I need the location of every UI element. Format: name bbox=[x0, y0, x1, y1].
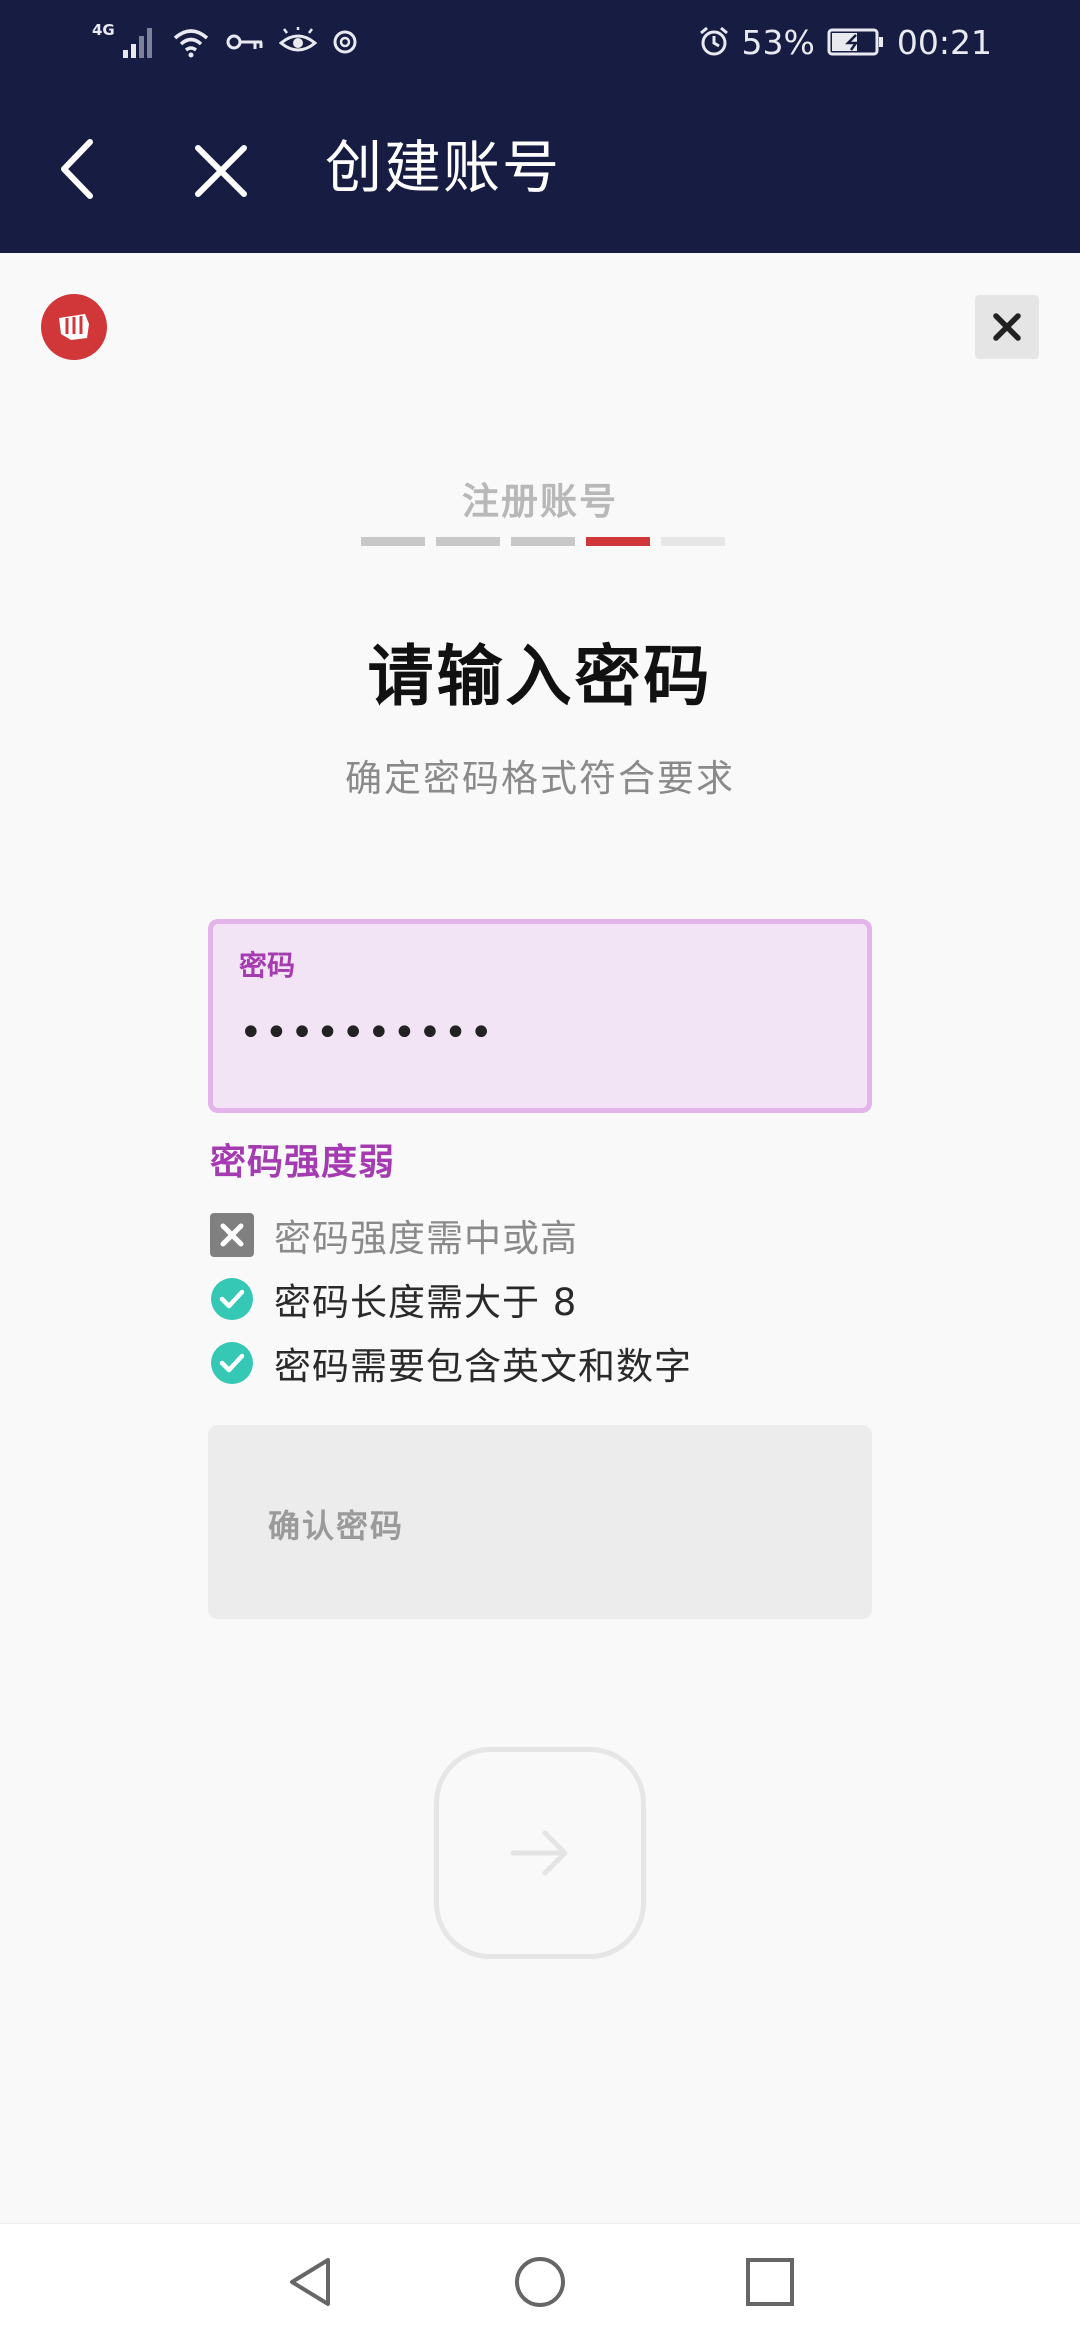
nav-home-icon[interactable] bbox=[510, 2252, 570, 2312]
requirement-text: 密码需要包含英文和数字 bbox=[274, 1345, 692, 1388]
password-strength-text: 密码强度弱 bbox=[210, 1142, 396, 1183]
eye-comfort-icon bbox=[278, 27, 317, 52]
nav-back-icon[interactable] bbox=[280, 2252, 340, 2312]
riot-fist-icon bbox=[41, 294, 107, 360]
check-circle-icon bbox=[211, 1342, 253, 1384]
close-icon[interactable] bbox=[190, 140, 252, 202]
battery-percent: 53% bbox=[741, 22, 815, 62]
next-button[interactable] bbox=[434, 1747, 646, 1959]
confirm-password-placeholder: 确认密码 bbox=[268, 1507, 405, 1545]
clock: 00:21 bbox=[896, 22, 992, 62]
progress-step-4 bbox=[586, 537, 650, 546]
progress-step-1 bbox=[361, 537, 425, 546]
status-left: 4G bbox=[92, 20, 359, 64]
step-progress bbox=[361, 537, 725, 546]
password-input[interactable]: •••••••••• bbox=[239, 1010, 495, 1056]
dialog-close-button[interactable] bbox=[975, 295, 1039, 359]
progress-step-5 bbox=[661, 537, 725, 546]
app-bar: 创建账号 bbox=[0, 84, 1080, 253]
progress-step-3 bbox=[511, 537, 575, 546]
page-title: 创建账号 bbox=[325, 135, 561, 201]
requirements-list: 密码强度需中或高 密码长度需大于 8 密码需要包含英文和数字 bbox=[210, 1203, 692, 1395]
status-bar: 4G 53% 00:21 bbox=[0, 0, 1080, 84]
signal-icon bbox=[122, 28, 152, 58]
password-field-label: 密码 bbox=[239, 949, 296, 982]
confirm-password-field[interactable]: 确认密码 bbox=[208, 1425, 872, 1619]
x-box-icon bbox=[210, 1213, 254, 1257]
page-subtitle: 确定密码格式符合要求 bbox=[345, 757, 735, 800]
signup-dialog: 注册账号 请输入密码 确定密码格式符合要求 密码 •••••••••• 密码强度… bbox=[0, 253, 1080, 2223]
chevron-left-icon[interactable] bbox=[52, 134, 108, 204]
sync-icon bbox=[333, 30, 357, 54]
battery-charging-icon bbox=[827, 28, 883, 56]
requirement-item: 密码长度需大于 8 bbox=[210, 1267, 692, 1331]
check-circle-icon bbox=[211, 1278, 253, 1320]
status-right: 53% 00:21 bbox=[698, 20, 992, 64]
close-icon bbox=[993, 313, 1021, 341]
requirement-item: 密码强度需中或高 bbox=[210, 1203, 692, 1267]
requirement-item: 密码需要包含英文和数字 bbox=[210, 1331, 692, 1395]
system-nav-bar bbox=[0, 2223, 1080, 2341]
password-field[interactable]: 密码 •••••••••• bbox=[208, 919, 872, 1113]
vpn-key-icon bbox=[226, 34, 263, 50]
nav-recents-icon[interactable] bbox=[740, 2252, 800, 2312]
progress-step-2 bbox=[436, 537, 500, 546]
step-label: 注册账号 bbox=[462, 480, 618, 523]
requirement-text: 密码长度需大于 8 bbox=[274, 1281, 578, 1324]
requirement-text: 密码强度需中或高 bbox=[274, 1217, 578, 1260]
alarm-icon bbox=[699, 26, 728, 56]
network-type: 4G bbox=[92, 21, 115, 39]
arrow-right-icon bbox=[510, 1830, 568, 1876]
riot-fist-glyph bbox=[59, 314, 89, 340]
page-heading: 请输入密码 bbox=[367, 638, 713, 715]
wifi-icon bbox=[173, 29, 208, 58]
